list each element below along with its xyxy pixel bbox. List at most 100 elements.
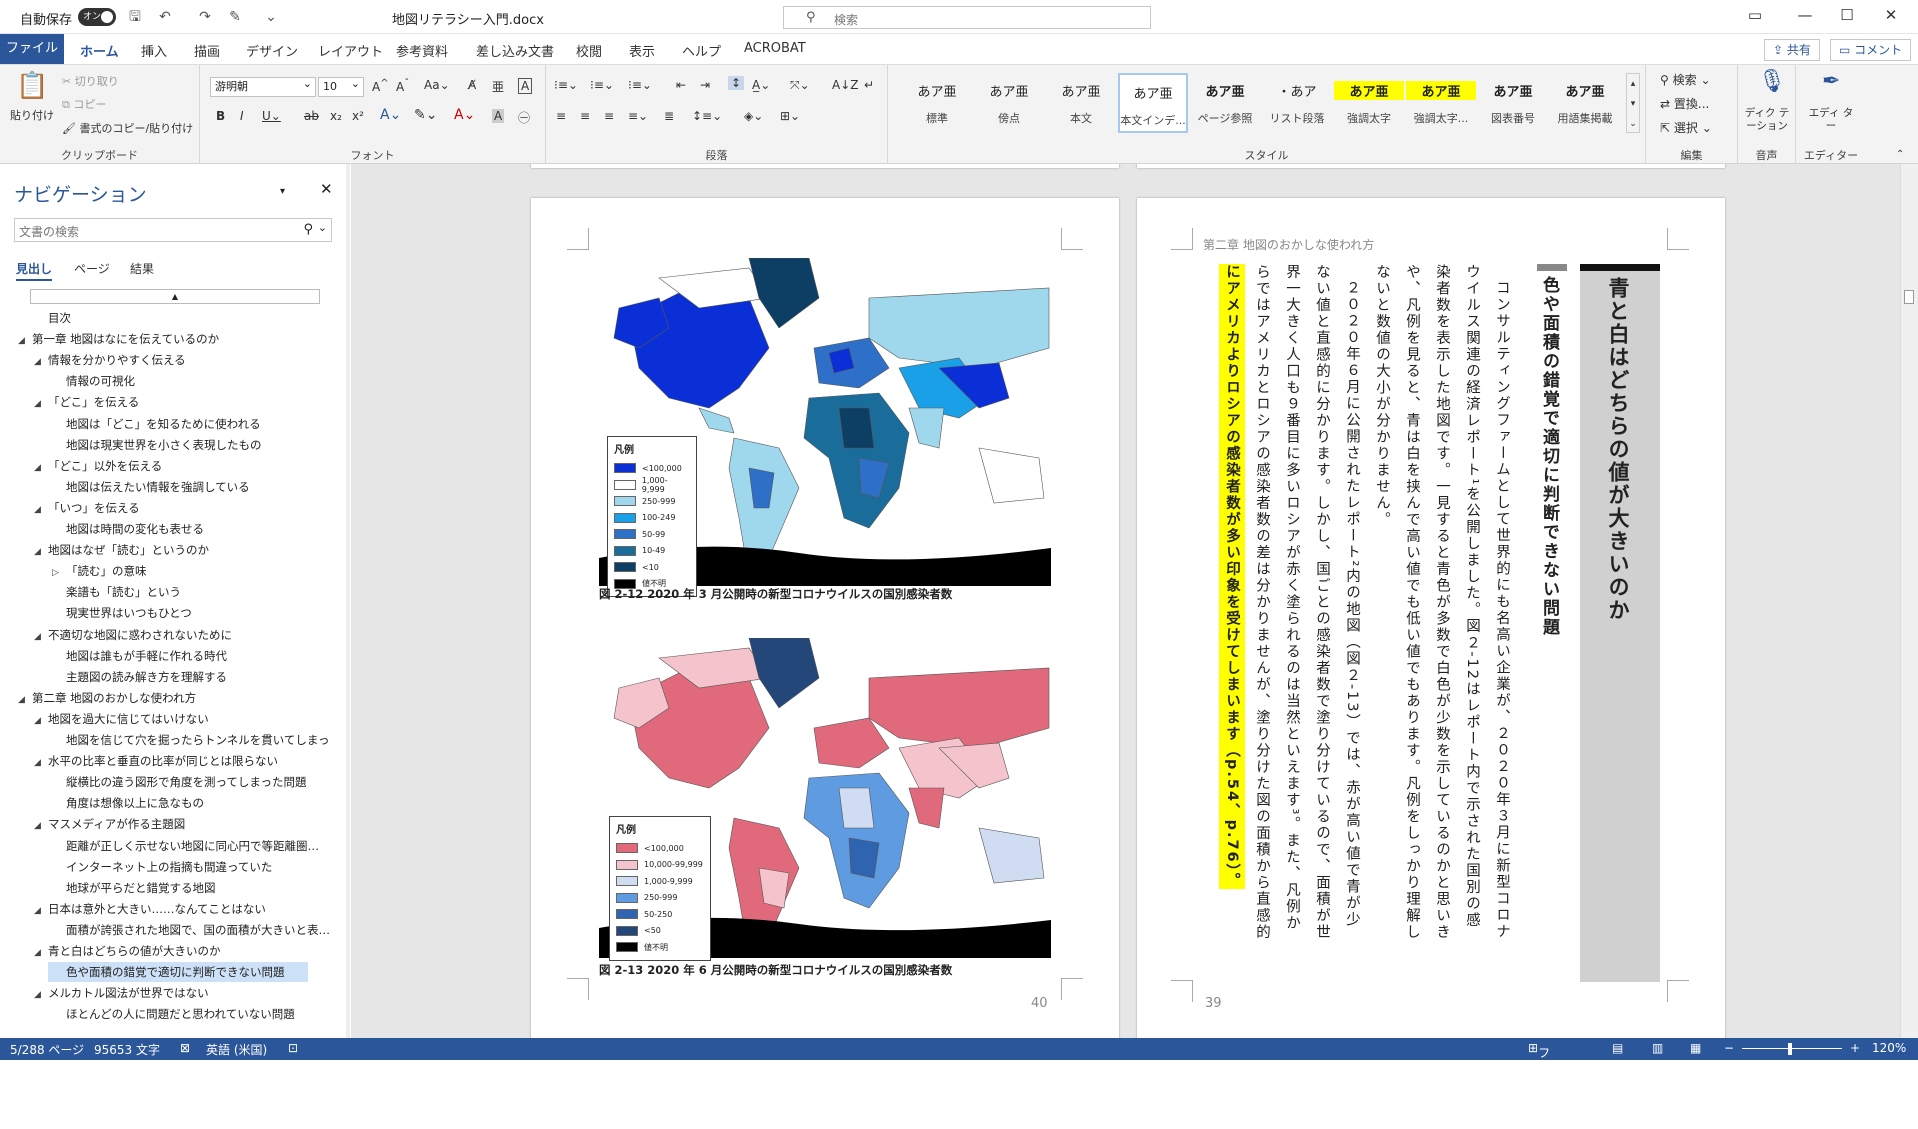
style-boten[interactable]: あア亜 傍点 [974,73,1044,133]
borders-icon[interactable]: ⊞⌄ [780,109,800,123]
nav-tab-results[interactable]: 結果 [130,260,154,277]
tab-insert[interactable]: 挿入 [141,41,167,60]
nav-close-icon[interactable]: ✕ [320,180,333,198]
increase-indent-icon[interactable]: ⇥ [700,78,710,92]
change-case-icon[interactable]: Aa⌄ [424,78,450,92]
font-color-icon[interactable]: A⌄ [454,107,475,123]
nav-heading-item[interactable]: 目次 [34,308,330,328]
align-center-icon[interactable]: ≡ [580,109,590,123]
nav-heading-item[interactable]: ◢ メルカトル図法が世界ではない [34,983,330,1003]
font-name-combo[interactable]: 游明朝 [210,75,316,97]
justify-icon[interactable]: ≡⌄ [628,109,648,123]
undo-icon[interactable]: ↶ [156,8,174,26]
tab-file[interactable]: ファイル [0,34,64,64]
tab-view[interactable]: 表示 [629,41,655,60]
asian-layout-icon[interactable]: A̲⌄ [752,78,770,92]
nav-heading-item[interactable]: 色や面積の錯覚で適切に判断できない問題 [48,962,308,983]
nav-heading-item[interactable]: 地図は時間の変化も表せる [52,519,330,539]
shading-icon[interactable]: ◈⌄ [744,109,763,123]
nav-heading-item[interactable]: ◢ 不適切な地図に惑わされないために [34,625,330,645]
expand-collapse-icon[interactable]: ▷ [52,563,66,581]
focus-button[interactable]: ⊞ フォーカス [1528,1041,1550,1128]
page-count[interactable]: 5/288 ページ [10,1041,84,1058]
expand-collapse-icon[interactable]: ◢ [34,985,48,1003]
nav-heading-item[interactable]: 楽譜も「読む」という [52,582,330,602]
text-effects-icon[interactable]: A⌄ [380,107,401,123]
close-button[interactable]: ✕ [1876,6,1906,28]
share-button[interactable]: ⇪ 共有 [1764,39,1820,61]
font-size-combo[interactable]: 10 [318,75,364,97]
nav-scrollbar[interactable] [346,164,350,1038]
style-glossary[interactable]: あア亜 用語集掲載 [1550,73,1620,133]
nav-heading-item[interactable]: ◢ マスメディアが作る主題図 [34,814,330,834]
style-standard[interactable]: あア亜 標準 [902,73,972,133]
paste-button[interactable]: 貼り付け [10,107,54,123]
style-body-indent[interactable]: あア亜 本文インデ... [1118,73,1188,133]
decrease-indent-icon[interactable]: ⇤ [676,78,686,92]
nav-heading-item[interactable]: 地球が平らだと錯覚する地図 [52,878,330,898]
accessibility-icon[interactable]: ⊡ [288,1041,298,1055]
copy-button[interactable]: ⧉ コピー [62,96,106,112]
highlighter-icon[interactable]: ✎ [226,8,244,26]
grow-font-icon[interactable]: A^ [372,78,389,94]
nav-heading-item[interactable]: ▷ 「読む」の意味 [52,561,330,581]
nav-heading-item[interactable]: ◢ 第二章 地図のおかしな使われ方 [18,688,330,708]
zoom-out-icon[interactable]: − [1724,1041,1734,1055]
tab-draw[interactable]: 描画 [194,41,220,60]
collapse-ribbon-icon[interactable]: ⌃ [1896,149,1904,160]
dictate-button[interactable]: ディク テーション [1742,107,1792,133]
style-page-ref[interactable]: あア亜 ページ参照 [1190,73,1260,133]
nav-heading-item[interactable]: ◢ 「どこ」以外を伝える [34,456,330,476]
strikethrough-icon[interactable]: ab [304,109,319,123]
line-spacing-icon[interactable]: ↕≡⌄ [692,109,722,123]
char-border-icon[interactable]: A [518,78,533,94]
expand-collapse-icon[interactable]: ◢ [34,394,48,412]
bold-icon[interactable]: B [216,109,225,123]
expand-collapse-icon[interactable]: ◢ [34,627,48,645]
web-layout-icon[interactable]: ▦ [1690,1041,1701,1055]
nav-heading-item[interactable]: ◢ 「どこ」を伝える [34,392,330,412]
text-direction-icon[interactable]: ↕ [728,76,745,90]
nav-heading-item[interactable]: 地図は伝えたい情報を強調している [52,477,330,497]
nav-heading-item[interactable]: 情報の可視化 [52,371,330,391]
tab-references[interactable]: 参考資料 [396,41,448,60]
tab-home[interactable]: ホーム [80,41,119,68]
highlight-color-icon[interactable]: ✎⌄ [414,107,437,123]
expand-collapse-icon[interactable]: ◢ [34,542,48,560]
select-button[interactable]: ⇱ 選択 ⌄ [1660,119,1712,136]
char-shading-icon[interactable]: A [492,109,505,123]
expand-collapse-icon[interactable]: ◢ [34,901,48,919]
proofing-icon[interactable]: ⊠ [180,1041,190,1055]
language[interactable]: 英語 (米国) [206,1041,267,1058]
nav-heading-item[interactable]: ◢ 地図を過大に信じてはいけない [34,709,330,729]
distribute-icon[interactable]: ≣ [664,109,674,123]
nav-scroll-up[interactable]: ▲ [30,289,320,304]
expand-collapse-icon[interactable]: ◢ [34,816,48,834]
subscript-icon[interactable]: x₂ [330,109,342,123]
editor-pen-icon[interactable]: ✒ [1822,69,1840,94]
tab-layout[interactable]: レイアウト [318,41,383,60]
superscript-icon[interactable]: x² [352,109,364,123]
maximize-button[interactable]: ☐ [1832,6,1862,28]
numbering-icon[interactable]: ⁝≡⌄ [590,78,614,92]
nav-heading-item[interactable]: ◢ 地図はなぜ「読む」というのか [34,540,330,560]
nav-heading-item[interactable]: 距離が正しく示せない地図に同心円で等距離圏… [52,836,330,856]
print-layout-icon[interactable]: ▥ [1652,1041,1663,1055]
zoom-slider-thumb[interactable] [1788,1043,1792,1055]
expand-collapse-icon[interactable]: ◢ [34,753,48,771]
style-strong-bold[interactable]: あア亜 強調太字 [1334,73,1404,133]
nav-heading-item[interactable]: 地図は現実世界を小さく表現したもの [52,435,330,455]
char-scaling-icon[interactable]: ⤧⌄ [790,78,810,93]
align-left-icon[interactable]: ≡ [556,109,566,123]
enclose-char-icon[interactable]: ㊀ [518,109,530,126]
nav-heading-item[interactable]: ◢ 水平の比率と垂直の比率が同じとは限らない [34,751,330,771]
clear-format-icon[interactable]: A̸ [468,78,476,92]
tab-review[interactable]: 校閲 [576,41,602,60]
nav-heading-item[interactable]: 縦横比の違う図形で角度を測ってしまった問題 [52,772,330,792]
read-mode-icon[interactable]: ▤ [1612,1041,1623,1055]
minimize-button[interactable]: — [1790,6,1820,28]
nav-heading-item[interactable]: 地図は「どこ」を知るために使われる [52,414,330,434]
word-count[interactable]: 95653 文字 [94,1041,160,1058]
nav-options-icon[interactable]: ▾ [280,186,285,197]
search-input[interactable]: ⚲ 検索 [783,6,1151,29]
